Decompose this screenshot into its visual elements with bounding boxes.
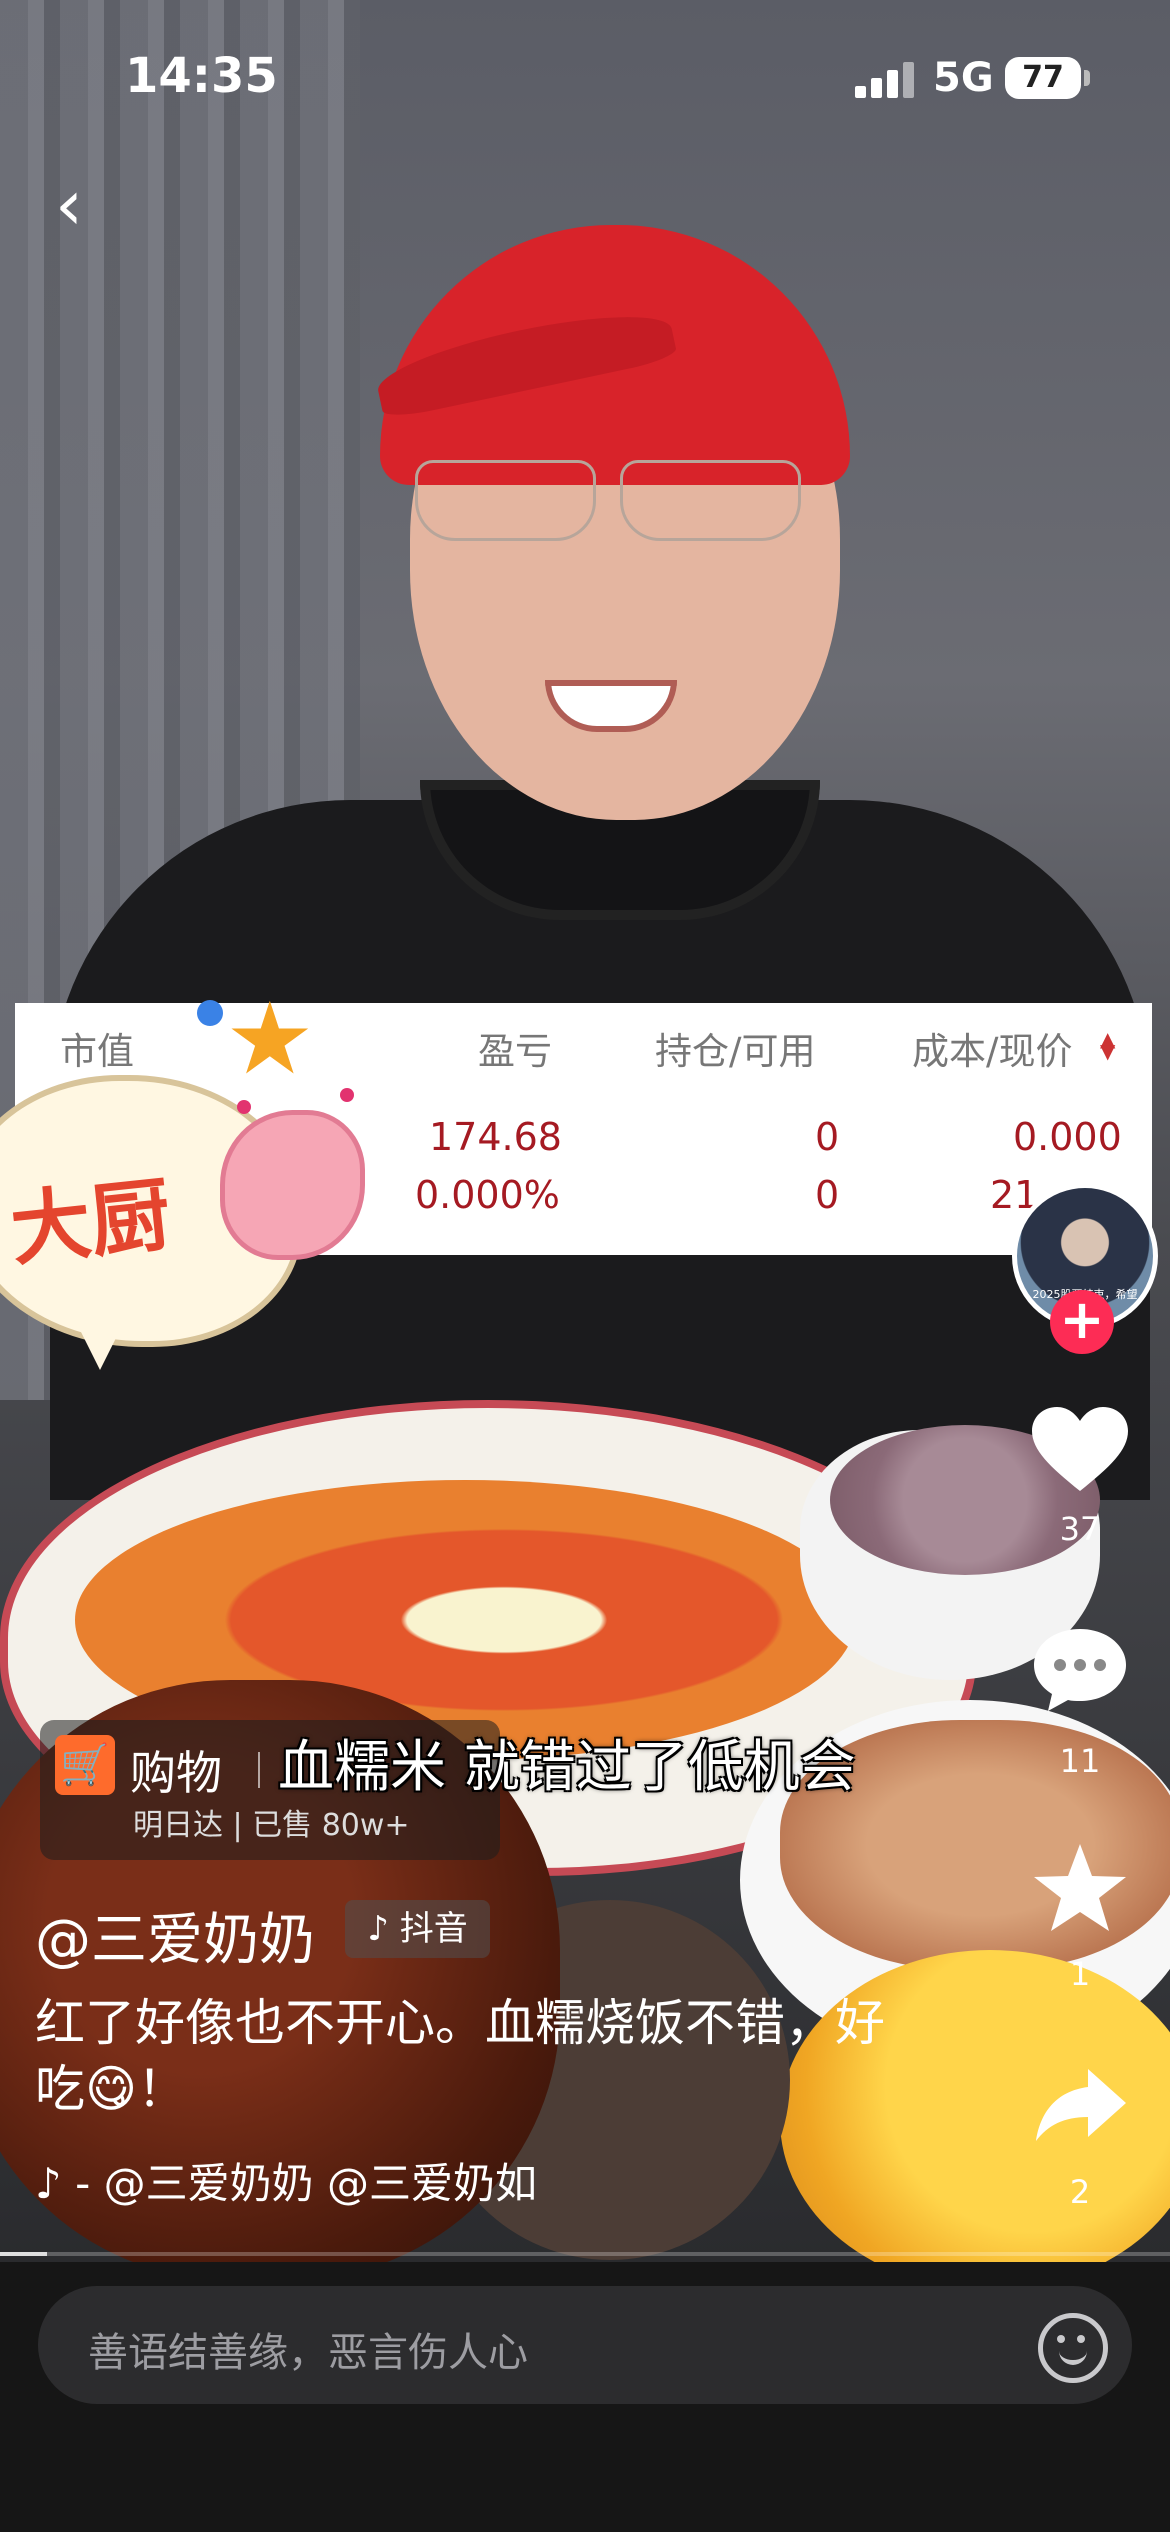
star-icon [1034,1844,1126,1931]
profit-amount: 174.68 [429,1115,562,1159]
follow-button[interactable]: + [1050,1290,1114,1354]
progress-fill [0,2252,47,2256]
sort-arrows-icon: ▲ ▼ [1100,1027,1116,1063]
douyin-label: 抖音 [399,1909,468,1949]
video-subtitle: 血糯米 就错过了低机会 [278,1735,856,1800]
comment-button[interactable] [1030,1625,1130,1719]
header-profit: 盈亏 [478,1030,552,1073]
shop-divider [258,1752,260,1788]
network-type: 5G [933,55,994,101]
glasses [415,460,805,541]
share-arrow-icon [1036,2069,1126,2141]
comment-placeholder: 善语结善缘，恶言伤人心 [88,2330,528,2376]
header-position: 持仓/可用 [655,1030,816,1073]
music-note-icon: ♪ [35,2159,62,2208]
douyin-note-icon: ♪ [367,1909,389,1949]
douyin-badge: ♪ 抖音 [345,1900,490,1958]
signal-icon [855,62,915,98]
video-progress-bar[interactable] [0,2252,1170,2256]
cost-value: 0.000 [1013,1115,1122,1159]
battery-tip [1084,70,1090,86]
favorite-count: 1 [1069,1955,1091,1993]
star-sticker-icon: ★ [225,980,315,1097]
like-button[interactable] [1030,1405,1130,1499]
shopping-cart-icon: 🛒 [55,1735,115,1795]
shop-subtitle: 明日达 | 已售 80w+ [133,1808,410,1843]
profit-percent: 0.000% [415,1173,560,1217]
comment-count: 11 [1059,1742,1101,1780]
shop-title: 购物 [130,1746,222,1800]
comment-icon [1034,1629,1126,1711]
video-description[interactable]: 红了好像也不开心。血糯烧饭不错，好吃😋！ [35,1990,915,2122]
share-count: 2 [1069,2173,1091,2211]
thumbs-up-sticker [220,1110,365,1260]
sticker-dot [197,1000,223,1026]
author-name[interactable]: @三爱奶奶 [35,1895,315,1976]
sticker-text: 大厨 [6,1167,176,1278]
header-cost-price: 成本/现价 [912,1030,1073,1073]
status-time: 14:35 [125,48,278,104]
back-chevron-icon[interactable]: ‹ [55,170,115,240]
available-value: 0 [815,1173,840,1217]
sticker-dot [340,1088,354,1102]
status-bar: 14:35 5G 77 [0,0,1170,150]
position-value: 0 [815,1115,840,1159]
music-info[interactable]: ♪ - @三爱奶奶 @三爱奶如 [35,2150,537,2211]
share-button[interactable] [1030,2065,1130,2149]
sticker-cloud-tail [70,1310,130,1370]
heart-icon [1032,1407,1128,1491]
battery-icon: 77 [1005,57,1081,99]
like-count: 37 [1059,1510,1101,1548]
music-text: - @三爱奶奶 @三爱奶如 [75,2159,538,2208]
sticker-dot [237,1100,251,1114]
emoji-icon[interactable] [1038,2313,1108,2383]
favorite-button[interactable] [1030,1840,1130,1939]
header-market-value: 市值 [60,1030,134,1073]
